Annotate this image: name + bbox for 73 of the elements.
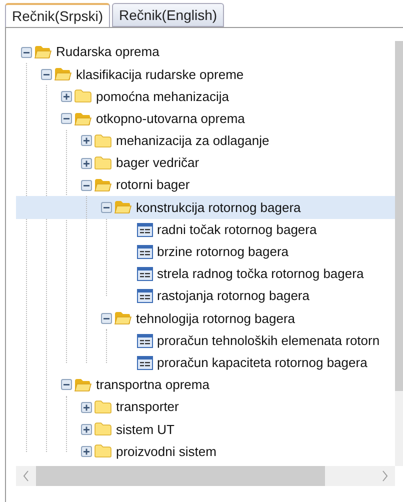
open-folder-icon [54,67,72,82]
node-label: transporter [116,398,179,416]
node-label: Rudarska oprema [56,43,160,62]
collapse-icon[interactable] [81,180,92,191]
folder-icon [94,156,112,170]
tree-row[interactable]: brzine rotornog bagera [16,240,395,263]
node-label: proračun kapaciteta rotornog bagera [157,354,368,372]
tree-row[interactable]: transporter [16,396,395,418]
node-label: sistem UT [116,420,174,439]
tree-row[interactable]: transportna oprema [16,374,395,396]
node-label: tehnologija rotornog bagera [136,310,296,328]
collapse-icon[interactable] [41,68,52,80]
tree-row[interactable]: radni točak rotornog bagera [16,218,395,241]
collapse-icon[interactable] [21,46,32,58]
document-icon [137,289,153,304]
open-folder-icon [114,311,132,326]
tree-row[interactable]: Rudarska oprema [16,41,395,64]
document-icon [137,334,153,348]
open-folder-icon [114,200,132,214]
collapse-icon[interactable] [101,202,112,213]
node-label: otkopno-utovarna oprema [96,110,245,128]
open-folder-icon [74,378,92,392]
tree-row[interactable]: proračun kapaciteta rotornog bagera [16,352,395,374]
tree-row[interactable]: proizvodni sistem [16,440,395,463]
document-icon [137,222,153,237]
tree-row[interactable]: klasifikacija rudarske opreme [16,63,395,86]
tree-row[interactable]: pomoćna mehanizacija [16,85,395,108]
folder-icon [94,134,112,148]
document-icon [137,356,153,370]
tree-row[interactable]: bager vedričar [16,152,395,174]
folder-icon [94,422,112,436]
tree-row[interactable]: tehnologija rotornog bagera [16,307,395,330]
folder-icon [94,444,112,458]
expand-icon[interactable] [81,402,92,413]
folder-icon [74,89,92,104]
tree-row[interactable]: otkopno-utovarna oprema [16,108,395,130]
tree-row[interactable]: rastojanja rotornog bagera [16,285,395,308]
node-label: strela radnog točka rotornog bagera [157,265,364,284]
open-folder-icon [94,178,112,192]
node-label: klasifikacija rudarske opreme [76,66,244,84]
document-icon [137,266,153,281]
tree-row[interactable]: proračun tehnoloških elemenata rotorn [16,329,395,352]
expand-icon[interactable] [81,446,92,457]
expand-icon[interactable] [81,135,92,146]
collapse-icon[interactable] [61,379,72,390]
tree-row[interactable]: konstrukcija rotornog bagera [16,196,395,218]
node-label: brzine rotornog bagera [157,243,289,262]
open-folder-icon [34,45,52,60]
open-folder-icon [74,112,92,126]
node-label: transportna oprema [96,376,210,394]
tree-row[interactable]: mehanizacija za odlaganje [16,130,395,152]
collapse-icon[interactable] [61,113,72,124]
tree-row[interactable]: rotorni bager [16,174,395,196]
node-label: konstrukcija rotornog bagera [136,198,301,217]
expand-icon[interactable] [81,424,92,435]
node-label: rotorni bager [116,176,190,194]
expand-icon[interactable] [61,90,72,102]
node-label: bager vedričar [116,154,200,172]
node-label: rastojanja rotornog bagera [157,287,310,306]
expand-icon[interactable] [81,158,92,169]
collapse-icon[interactable] [101,312,112,324]
folder-icon [94,400,112,414]
node-label: pomoćna mehanizacija [96,88,229,106]
tab[interactable]: Rečnik(Srpski) [5,3,110,28]
tree-row[interactable]: strela radnog točka rotornog bagera [16,262,395,286]
node-label: radni točak rotornog bagera [157,220,317,239]
tree-row[interactable]: sistem UT [16,418,395,440]
tab[interactable]: Rečnik(English) [112,3,224,27]
vertical-scrollbar[interactable] [395,41,403,466]
node-label: proizvodni sistem [116,442,216,461]
node-label: mehanizacija za odlaganje [116,132,270,150]
document-icon [137,244,153,259]
node-label: proračun tehnoloških elemenata rotorn [157,332,380,350]
